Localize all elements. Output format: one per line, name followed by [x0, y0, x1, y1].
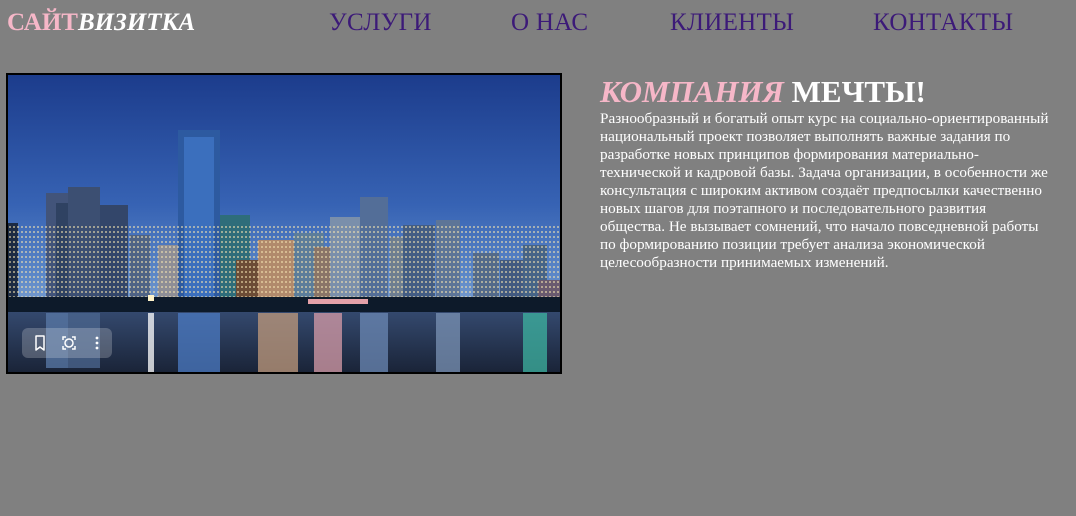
image-toolbar — [22, 328, 112, 358]
hero-image — [6, 73, 562, 374]
logo-part-card: ВИЗИТКА — [77, 9, 196, 36]
page-headline: КОМПАНИЯ МЕЧТЫ! — [600, 75, 926, 109]
nav-item-clients[interactable]: КЛИЕНТЫ — [670, 9, 794, 37]
bookmark-icon[interactable] — [31, 334, 49, 352]
more-options-icon[interactable] — [88, 334, 106, 352]
nav-item-contacts[interactable]: КОНТАКТЫ — [873, 9, 1013, 37]
logo-part-site: САЙТ — [7, 9, 78, 36]
site-logo[interactable]: САЙТВИЗИТКА — [7, 9, 195, 37]
company-description: Разнообразный и богатый опыт курс на соц… — [600, 110, 1049, 271]
nav-item-about[interactable]: О НАС — [511, 9, 588, 37]
nav-item-services[interactable]: УСЛУГИ — [329, 9, 432, 37]
headline-dream: МЕЧТЫ! — [791, 74, 926, 109]
headline-company: КОМПАНИЯ — [600, 74, 784, 109]
lens-search-icon[interactable] — [60, 334, 78, 352]
